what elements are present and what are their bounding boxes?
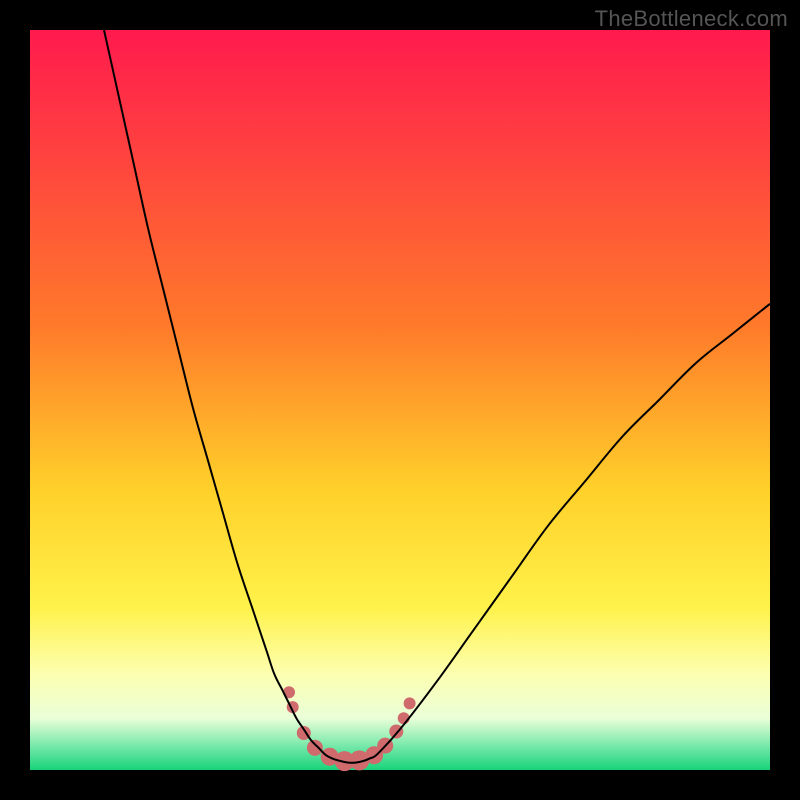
watermark-text: TheBottleneck.com [595, 6, 788, 32]
chart-frame: TheBottleneck.com [0, 0, 800, 800]
plot-area [30, 30, 770, 770]
curve-marker [404, 697, 416, 709]
curve-layer [30, 30, 770, 770]
bottleneck-curve [104, 30, 770, 763]
curve-marker [307, 740, 323, 756]
